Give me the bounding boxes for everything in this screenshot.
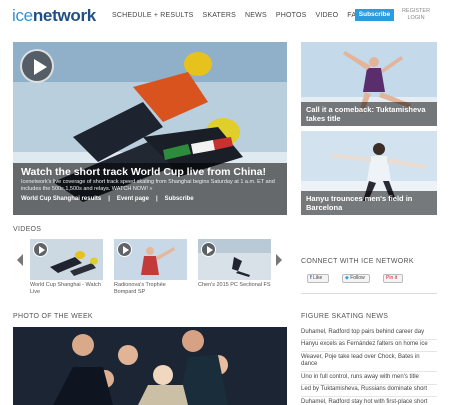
video-thumb-radionova[interactable] bbox=[114, 239, 187, 280]
side-story-hanyu[interactable]: Hanyu trounces men's field in Barcelona bbox=[301, 131, 437, 215]
like-label: Like bbox=[313, 275, 323, 281]
news-link[interactable]: Duhamel, Radford stay hot with first-pla… bbox=[301, 397, 437, 405]
side-story-title[interactable]: Hanyu trounces men's field in Barcelona bbox=[301, 191, 437, 215]
side-story-title[interactable]: Call it a comeback: Tuktamisheva takes t… bbox=[301, 102, 437, 126]
pinterest-pin-button[interactable]: Pin it bbox=[383, 274, 403, 283]
login-link[interactable]: LOGIN bbox=[400, 15, 432, 22]
videos-next-arrow-icon[interactable] bbox=[276, 254, 282, 266]
connect-heading: CONNECT WITH ICE NETWORK bbox=[301, 258, 414, 265]
follow-label: Follow bbox=[350, 275, 365, 281]
play-icon[interactable] bbox=[117, 242, 132, 257]
news-link[interactable]: Uno in full control, runs away with men'… bbox=[301, 372, 437, 385]
results-link[interactable]: World Cup Shanghai results bbox=[21, 196, 101, 202]
photo-of-the-week[interactable] bbox=[13, 327, 287, 405]
video-caption[interactable]: Chen's 2015 PC Sectional FS bbox=[198, 282, 272, 289]
link-separator: | bbox=[108, 196, 110, 202]
hero-description: Icenetwork's live coverage of short trac… bbox=[21, 179, 275, 192]
event-page-link[interactable]: Event page bbox=[117, 196, 149, 202]
videos-heading: VIDEOS bbox=[13, 226, 42, 233]
video-thumb-world-cup[interactable] bbox=[30, 239, 103, 280]
photo-week-image bbox=[13, 327, 287, 405]
pinterest-label: Pin it bbox=[386, 275, 398, 281]
figure-news-heading: FIGURE SKATING NEWS bbox=[301, 313, 389, 320]
icenetwork-logo[interactable]: icenetwork bbox=[12, 6, 96, 26]
link-separator: | bbox=[155, 196, 158, 202]
side-story-tuktamisheva[interactable]: Call it a comeback: Tuktamisheva takes t… bbox=[301, 42, 437, 126]
nav-schedule-results[interactable]: SCHEDULE + RESULTS bbox=[112, 12, 193, 19]
site-header: icenetwork SCHEDULE + RESULTS SKATERS NE… bbox=[0, 0, 450, 32]
twitter-follow-button[interactable]: ◆ Follow bbox=[342, 274, 370, 283]
hero-feature[interactable]: Watch the short track World Cup live fro… bbox=[13, 42, 287, 215]
videos-prev-arrow-icon[interactable] bbox=[17, 254, 23, 266]
figure-news-list: Duhamel, Radford top pairs behind career… bbox=[301, 327, 437, 405]
news-link[interactable]: Led by Tuktamisheva, Russians dominate s… bbox=[301, 385, 437, 397]
nav-skaters[interactable]: SKATERS bbox=[202, 12, 236, 19]
account-links: REGISTER LOGIN bbox=[400, 8, 432, 22]
play-icon[interactable] bbox=[201, 242, 216, 257]
news-link[interactable]: Weaver, Poje take lead over Chock, Bates… bbox=[301, 352, 437, 372]
news-link[interactable]: Hanyu excels as Fernández falters on hom… bbox=[301, 340, 437, 352]
photo-week-heading: PHOTO OF THE WEEK bbox=[13, 313, 93, 320]
video-caption[interactable]: World Cup Shanghai - Watch Live bbox=[30, 282, 104, 296]
video-caption[interactable]: Radionova's Trophée Bompard SP bbox=[114, 282, 188, 296]
news-link[interactable]: Duhamel, Radford top pairs behind career… bbox=[301, 327, 437, 340]
logo-network-text: network bbox=[32, 6, 96, 25]
facebook-like-button[interactable]: f Like bbox=[307, 274, 329, 283]
nav-video[interactable]: VIDEO bbox=[315, 12, 338, 19]
play-icon[interactable] bbox=[33, 242, 48, 257]
subscribe-button[interactable]: Subscribe bbox=[355, 9, 394, 21]
hero-title[interactable]: Watch the short track World Cup live fro… bbox=[21, 166, 279, 178]
play-video-icon[interactable] bbox=[20, 49, 54, 83]
main-nav: SCHEDULE + RESULTS SKATERS NEWS PHOTOS V… bbox=[112, 12, 375, 19]
subscribe-link[interactable]: Subscribe bbox=[165, 196, 194, 202]
nav-photos[interactable]: PHOTOS bbox=[276, 12, 307, 19]
nav-news[interactable]: NEWS bbox=[245, 12, 267, 19]
video-thumb-chen[interactable] bbox=[198, 239, 271, 280]
logo-ice-text: ice bbox=[12, 6, 33, 25]
register-link[interactable]: REGISTER bbox=[400, 8, 432, 15]
hero-links: World Cup Shanghai results | Event page … bbox=[21, 196, 279, 202]
hero-caption: Watch the short track World Cup live fro… bbox=[13, 163, 287, 215]
